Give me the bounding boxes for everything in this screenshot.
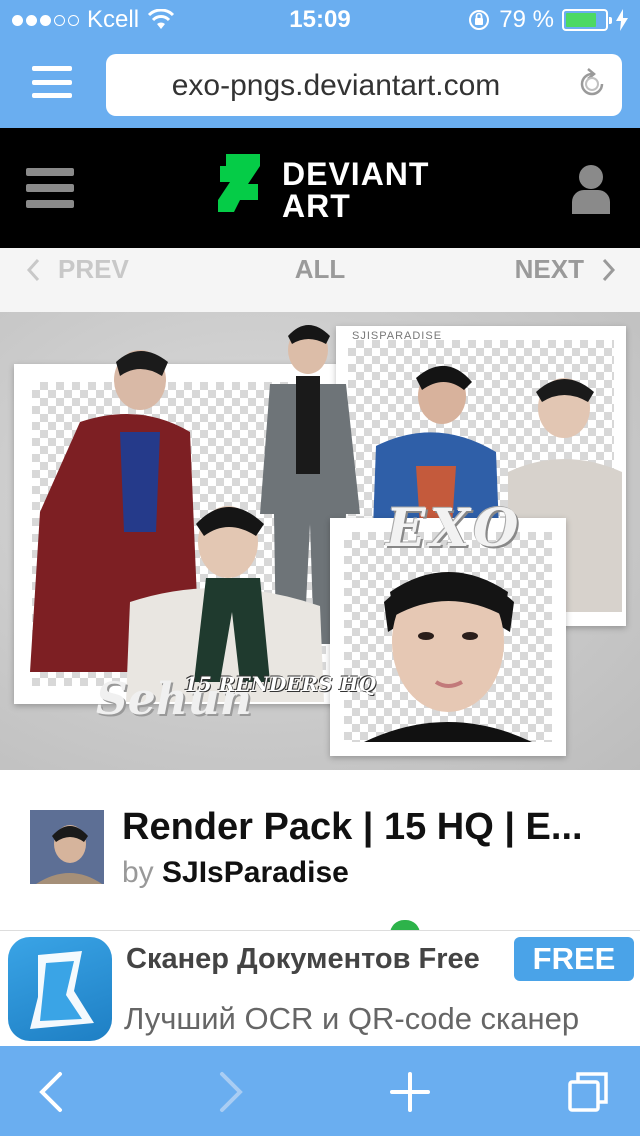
logo-line-2: ART [282, 188, 351, 224]
charging-icon [616, 9, 628, 31]
scanner-app-icon[interactable] [8, 937, 112, 1041]
author-avatar[interactable] [30, 810, 104, 884]
chevron-right-icon [602, 258, 616, 281]
figure-white-jacket [126, 506, 324, 702]
logo-text[interactable]: DEVIANT ART [282, 158, 429, 222]
hamburger-icon[interactable] [32, 66, 72, 98]
deviation-info: Render Pack | 15 HQ | E... by SJIsParadi… [0, 770, 640, 934]
author-link[interactable]: SJIsParadise [162, 856, 349, 889]
logo-line-1: DEVIANT [282, 156, 430, 192]
artwork-preview[interactable]: SJISPARADISE EXO Sehun 15 RENDERS HQ [0, 312, 640, 770]
artwork-renders-text: 15 RENDERS HQ [184, 672, 376, 696]
all-label: ALL [294, 254, 346, 284]
user-icon[interactable] [572, 164, 610, 214]
url-field[interactable]: exo-pngs.deviantart.com [106, 54, 622, 116]
status-right: 79 % [467, 6, 628, 34]
site-header: DEVIANT ART [0, 128, 640, 248]
by-label: by [122, 856, 154, 889]
ad-title: Сканер Документов Free [126, 943, 480, 975]
battery-level [566, 13, 597, 27]
free-button[interactable]: FREE [514, 937, 634, 981]
ad-banner[interactable]: Сканер Документов Free FREE Лучший OCR и… [0, 930, 640, 1046]
ad-subtitle: Лучший OCR и QR-code сканер [124, 1001, 580, 1036]
tabs-icon[interactable] [566, 1070, 610, 1114]
artwork-exo-text: EXO [386, 498, 523, 559]
reload-icon[interactable] [574, 66, 610, 102]
add-icon[interactable] [388, 1070, 432, 1114]
battery-icon [562, 9, 612, 31]
closeup-portrait [364, 572, 532, 742]
next-label: NEXT [514, 254, 584, 284]
orientation-lock-icon [469, 10, 490, 30]
url-text: exo-pngs.deviantart.com [171, 69, 501, 102]
back-icon[interactable] [30, 1070, 74, 1114]
artwork-credit-text: SJISPARADISE [352, 330, 443, 342]
gallery-nav: PREV ALL NEXT [0, 248, 640, 312]
site-menu-icon[interactable] [26, 168, 74, 208]
status-bar: Kcell 15:09 79 % [0, 0, 640, 40]
next-button[interactable]: NEXT [515, 254, 616, 285]
forward-icon[interactable] [208, 1070, 252, 1114]
byline: by SJIsParadise [122, 856, 349, 890]
battery-percent: 79 % [499, 6, 554, 33]
deviantart-logo-icon[interactable] [218, 154, 278, 218]
address-bar: exo-pngs.deviantart.com [0, 40, 640, 128]
deviation-title[interactable]: Render Pack | 15 HQ | E... [122, 806, 583, 849]
avatar-image [30, 810, 104, 884]
bottom-toolbar [0, 1046, 640, 1136]
